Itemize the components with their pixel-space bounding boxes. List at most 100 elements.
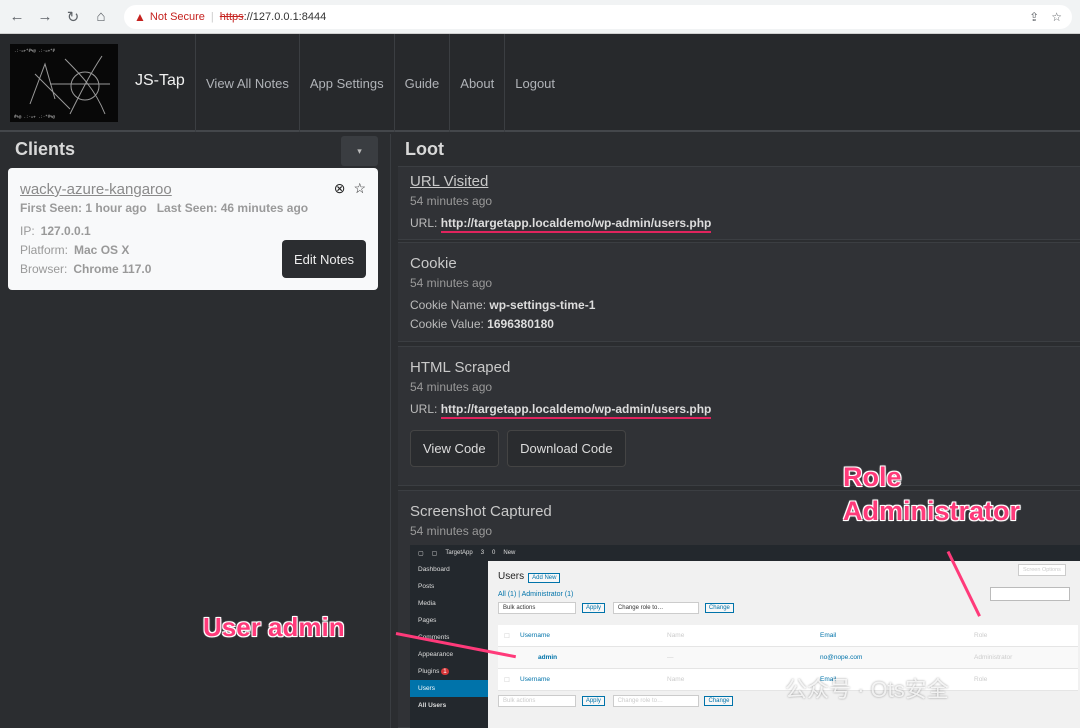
- screenshot-thumbnail[interactable]: ▢ ▢ TargetApp 3 0 New Dashboard Posts Me…: [410, 545, 1080, 728]
- wp-role-select: Change role to…: [612, 695, 699, 707]
- wp-filters: All (1) | Administrator (1): [498, 591, 574, 598]
- loot-url-row: URL: http://targetapp.localdemo/wp-admin…: [410, 402, 1068, 419]
- download-code-button[interactable]: Download Code: [507, 430, 626, 467]
- ip-value: 127.0.0.1: [40, 224, 91, 238]
- warning-icon: ▲: [134, 9, 146, 24]
- wp-menu-item: Pages: [418, 617, 437, 624]
- wp-menu-item: Posts: [418, 583, 435, 590]
- cookie-value-row: Cookie Value: 1696380180: [410, 317, 1068, 331]
- wp-screen-options: Screen Options: [1018, 564, 1066, 576]
- loot-card-time: 54 minutes ago: [410, 380, 493, 394]
- loot-card-url-visited: URL Visited 54 minutes ago URL: http://t…: [398, 166, 1080, 240]
- home-icon: ▢: [431, 550, 438, 557]
- view-code-button[interactable]: View Code: [410, 430, 499, 467]
- cookie-name-label: Cookie Name:: [410, 298, 487, 312]
- plugins-badge: 1: [441, 668, 449, 675]
- edit-notes-button[interactable]: Edit Notes: [282, 240, 366, 278]
- client-browser: Browser: Chrome 117.0: [20, 262, 151, 276]
- wp-role: Administrator: [974, 654, 1013, 661]
- wp-bulk-select: Bulk actions: [498, 602, 576, 614]
- comments-count: 0: [492, 550, 496, 556]
- nav-app-settings[interactable]: App Settings: [298, 34, 394, 132]
- home-icon[interactable]: ⌂: [92, 8, 110, 26]
- app-logo: .:-=+*#%@ .:-=+*# #%@ .:-=+ .:-*#%@: [10, 44, 118, 122]
- loot-card-cookie: Cookie 54 minutes ago Cookie Name: wp-se…: [398, 242, 1080, 342]
- bookmark-star-icon[interactable]: ☆: [1051, 10, 1062, 24]
- url-label: URL:: [410, 402, 438, 416]
- client-platform: Platform: Mac OS X: [20, 243, 129, 257]
- share-icon[interactable]: ⇪: [1029, 10, 1039, 24]
- wp-username: admin: [538, 654, 558, 661]
- annotation-role-administrator: Role Administrator: [843, 462, 1021, 526]
- platform-value: Mac OS X: [74, 243, 130, 257]
- reload-icon[interactable]: ↻: [64, 8, 82, 26]
- wp-add-new: Add New: [528, 573, 561, 583]
- wp-col: Email: [820, 632, 837, 639]
- wp-menu-item-users: Users: [410, 680, 488, 697]
- wp-table-row: admin — no@nope.com Administrator: [498, 647, 1078, 669]
- wp-main: Users Add New All (1) | Administrator (1)…: [498, 571, 734, 614]
- platform-label: Platform:: [20, 243, 69, 257]
- star-icon[interactable]: ☆: [353, 180, 366, 197]
- wp-col: Username: [520, 676, 550, 683]
- cookie-value-value: 1696380180: [487, 317, 554, 331]
- nav-view-all-notes[interactable]: View All Notes: [195, 34, 299, 132]
- filter-icon: ▾: [357, 145, 362, 156]
- cookie-value-label: Cookie Value:: [410, 317, 484, 331]
- nav-guide[interactable]: Guide: [393, 34, 450, 132]
- nav-logout[interactable]: Logout: [504, 34, 565, 132]
- address-bar[interactable]: ▲ Not Secure | https ://127.0.0.1:8444 ⇪…: [124, 4, 1072, 29]
- wp-apply: Apply: [581, 696, 605, 706]
- client-seen: First Seen: 1 hour ago Last Seen: 46 min…: [20, 201, 308, 215]
- url-host: ://127.0.0.1:8444: [243, 10, 327, 23]
- wp-change: Change: [704, 603, 734, 613]
- loot-card-title[interactable]: URL Visited: [410, 173, 1068, 190]
- url-value: http://targetapp.localdemo/wp-admin/user…: [440, 402, 712, 419]
- last-seen-value: 46 minutes ago: [220, 201, 309, 215]
- client-card[interactable]: wacky-azure-kangaroo ⊗ ☆ First Seen: 1 h…: [8, 168, 378, 290]
- checkbox-icon: ☐: [504, 676, 510, 684]
- security-label[interactable]: Not Secure: [150, 11, 205, 23]
- wp-col: Role: [974, 632, 988, 639]
- wp-submenu-all-users: All Users: [418, 702, 447, 709]
- wp-change: Change: [704, 696, 734, 706]
- url-label: URL:: [410, 216, 438, 230]
- wp-search-input: [990, 587, 1070, 601]
- loot-heading: Loot: [405, 139, 444, 159]
- separator: |: [210, 10, 214, 23]
- wp-col: Username: [520, 632, 550, 639]
- wp-email: no@nope.com: [820, 654, 863, 661]
- wp-apply: Apply: [581, 603, 605, 613]
- app-header: .:-=+*#%@ .:-=+*# #%@ .:-=+ .:-*#%@ JS-Ta…: [0, 34, 1080, 132]
- browser-toolbar: ← → ↻ ⌂ ▲ Not Secure | https ://127.0.0.…: [0, 0, 1080, 34]
- wp-admin-bar: ▢ ▢ TargetApp 3 0 New: [410, 545, 1080, 561]
- nav-about[interactable]: About: [449, 34, 504, 132]
- wp-menu-item: Media: [418, 600, 436, 607]
- wp-menu-label: Plugins: [418, 668, 440, 675]
- wp-menu-item-plugins: Plugins 1: [410, 663, 488, 680]
- close-icon[interactable]: ⊗: [334, 180, 346, 197]
- svg-text:#%@ .:-=+ .:-*#%@: #%@ .:-=+ .:-*#%@: [14, 114, 56, 119]
- column-divider: [390, 134, 391, 728]
- checkbox-icon: ☐: [504, 632, 510, 640]
- wp-role-select: Change role to…: [612, 602, 699, 614]
- annotation-user-admin: User admin: [203, 612, 345, 642]
- wp-heading: Users: [498, 571, 525, 582]
- wp-col: Role: [974, 676, 988, 683]
- main-nav: View All Notes App Settings Guide About …: [195, 34, 565, 132]
- clients-heading: Clients: [15, 139, 76, 159]
- first-seen-value: 1 hour ago: [85, 201, 147, 215]
- wp-menu-item: Dashboard: [418, 566, 450, 573]
- wp-col: Name: [667, 632, 685, 639]
- filter-button[interactable]: ▾: [341, 136, 378, 166]
- forward-icon[interactable]: →: [36, 8, 54, 26]
- wp-new: New: [503, 550, 516, 556]
- client-name[interactable]: wacky-azure-kangaroo: [20, 181, 172, 198]
- url-value: http://targetapp.localdemo/wp-admin/user…: [440, 216, 712, 233]
- loot-card-title: Cookie: [410, 255, 457, 272]
- loot-card-time: 54 minutes ago: [410, 276, 493, 290]
- app-brand[interactable]: JS-Tap: [135, 72, 185, 90]
- loot-url-row: URL: http://targetapp.localdemo/wp-admin…: [410, 216, 1068, 233]
- back-icon[interactable]: ←: [8, 8, 26, 26]
- browser-value: Chrome 117.0: [73, 262, 152, 276]
